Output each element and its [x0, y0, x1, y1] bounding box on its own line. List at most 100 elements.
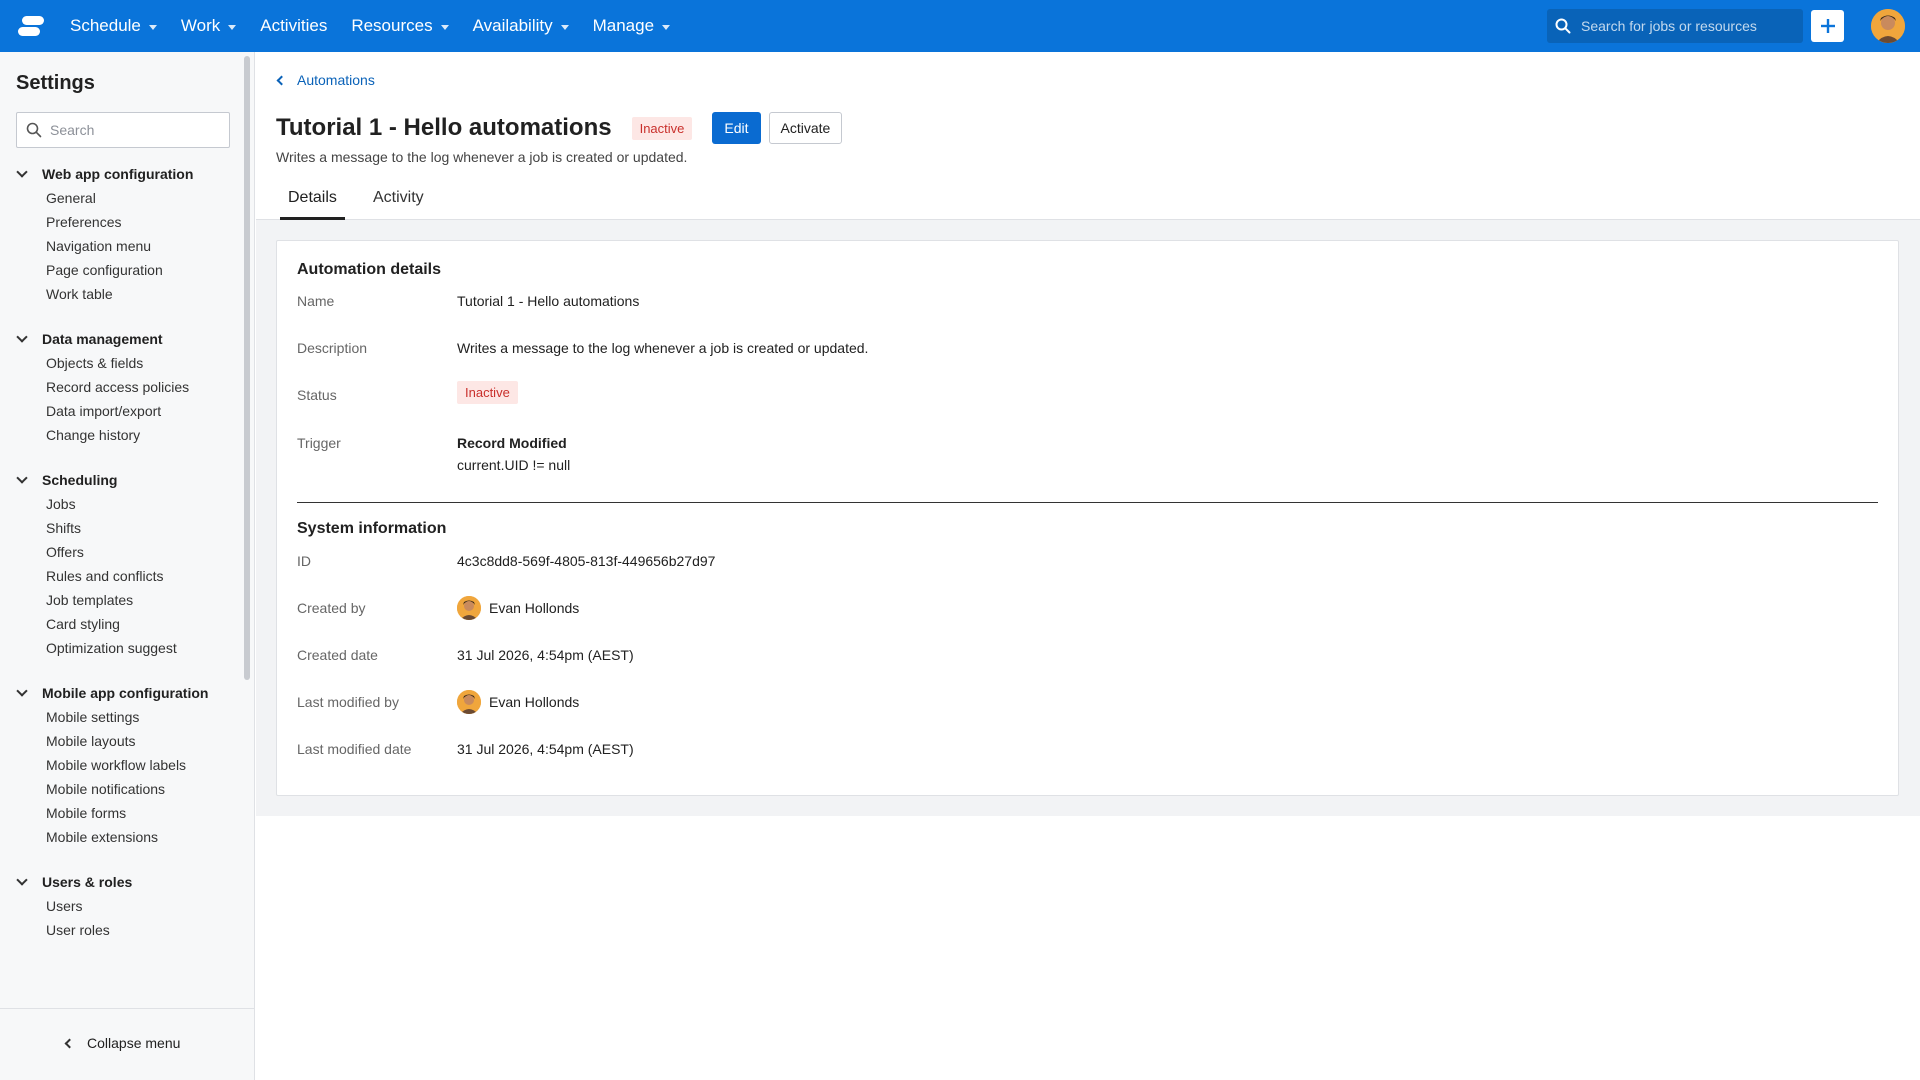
sidebar-group-label: Web app configuration	[42, 166, 194, 182]
sidebar-item-mobile-extensions[interactable]: Mobile extensions	[0, 825, 244, 849]
id-value: 4c3c8dd8-569f-4805-813f-449656b27d97	[457, 553, 716, 569]
nav-resources-label: Resources	[351, 16, 433, 35]
sidebar-item-data-import-export[interactable]: Data import/export	[0, 399, 244, 423]
sidebar-item-optimization-suggest[interactable]: Optimization suggest	[0, 636, 244, 660]
sidebar-scrollbar[interactable]	[244, 56, 250, 680]
nav-work[interactable]: Work	[180, 16, 237, 36]
sidebar-item-preferences[interactable]: Preferences	[0, 210, 244, 234]
sidebar-group-label: Scheduling	[42, 472, 118, 488]
collapse-menu-label: Collapse menu	[87, 1035, 181, 1051]
sidebar-item-mobile-settings[interactable]: Mobile settings	[0, 705, 244, 729]
sidebar-title: Settings	[16, 72, 95, 94]
top-navigation-bar: Schedule Work Activities Resources Avail…	[0, 0, 1920, 52]
sidebar-item-objects-fields[interactable]: Objects & fields	[0, 351, 244, 375]
details-card: Automation details Name Tutorial 1 - Hel…	[276, 240, 1899, 796]
nav-activities[interactable]: Activities	[260, 16, 327, 36]
chevron-left-icon	[64, 1038, 75, 1048]
sidebar-item-work-table[interactable]: Work table	[0, 282, 244, 306]
sidebar-group-header[interactable]: Users & roles	[0, 870, 244, 894]
caret-down-icon	[440, 24, 449, 30]
sidebar-item-mobile-workflow-labels[interactable]: Mobile workflow labels	[0, 753, 244, 777]
tab-activity[interactable]: Activity	[365, 176, 432, 220]
sidebar-groups: Web app configuration General Preference…	[0, 162, 244, 963]
sidebar-item-shifts[interactable]: Shifts	[0, 516, 244, 540]
caret-down-icon	[228, 24, 237, 30]
trigger-label: Trigger	[297, 435, 341, 451]
status-badge: Inactive	[631, 116, 693, 140]
sidebar-item-user-roles[interactable]: User roles	[0, 918, 244, 942]
sidebar-item-jobs[interactable]: Jobs	[0, 492, 244, 516]
search-icon	[1555, 18, 1571, 34]
sidebar-item-general[interactable]: General	[0, 186, 244, 210]
sidebar-item-users[interactable]: Users	[0, 894, 244, 918]
chevron-down-icon	[16, 472, 28, 484]
chevron-down-icon	[16, 331, 28, 343]
app-logo[interactable]	[16, 14, 46, 38]
add-button[interactable]	[1811, 10, 1844, 42]
nav-availability[interactable]: Availability	[473, 16, 569, 36]
name-value: Tutorial 1 - Hello automations	[457, 293, 640, 309]
sidebar-group-users-roles: Users & roles Users User roles	[0, 870, 244, 942]
sidebar-item-card-styling[interactable]: Card styling	[0, 612, 244, 636]
settings-sidebar: Settings Web app configuration General P…	[0, 52, 255, 1080]
global-search-input[interactable]	[1581, 18, 1781, 34]
sidebar-group-header[interactable]: Mobile app configuration	[0, 681, 244, 705]
sidebar-search-input[interactable]	[50, 122, 220, 138]
status-value-container: Inactive	[457, 381, 518, 404]
sidebar-group-header[interactable]: Web app configuration	[0, 162, 244, 186]
chevron-down-icon	[16, 166, 28, 178]
nav-schedule[interactable]: Schedule	[70, 16, 157, 36]
tab-details[interactable]: Details	[280, 176, 345, 220]
sidebar-item-rules-conflicts[interactable]: Rules and conflicts	[0, 564, 244, 588]
sidebar-group-web-app: Web app configuration General Preference…	[0, 162, 244, 306]
page-title: Tutorial 1 - Hello automations	[276, 114, 612, 141]
last-modified-by-value[interactable]: Evan Hollonds	[457, 690, 579, 714]
last-modified-by-name: Evan Hollonds	[489, 694, 580, 710]
id-label: ID	[297, 553, 311, 569]
search-icon	[26, 122, 42, 138]
global-search	[1547, 9, 1803, 43]
sidebar-item-job-templates[interactable]: Job templates	[0, 588, 244, 612]
sidebar-item-offers[interactable]: Offers	[0, 540, 244, 564]
collapse-menu-button[interactable]: Collapse menu	[64, 1035, 181, 1051]
trigger-condition: current.UID != null	[457, 457, 571, 473]
created-date-label: Created date	[297, 647, 378, 663]
edit-button[interactable]: Edit	[712, 112, 761, 144]
created-by-name: Evan Hollonds	[489, 600, 580, 616]
name-label: Name	[297, 293, 335, 309]
nav-manage-label: Manage	[592, 16, 655, 35]
user-avatar[interactable]	[1871, 9, 1905, 43]
section-divider	[297, 502, 1878, 503]
system-information-title: System information	[297, 520, 447, 537]
sidebar-item-mobile-forms[interactable]: Mobile forms	[0, 801, 244, 825]
created-date-value: 31 Jul 2026, 4:54pm (AEST)	[457, 647, 634, 663]
trigger-value: Record Modified	[457, 435, 567, 451]
nav-manage[interactable]: Manage	[592, 16, 671, 36]
sidebar-item-mobile-notifications[interactable]: Mobile notifications	[0, 777, 244, 801]
sidebar-group-label: Mobile app configuration	[42, 685, 209, 701]
created-by-value[interactable]: Evan Hollonds	[457, 596, 579, 620]
sidebar-item-page-configuration[interactable]: Page configuration	[0, 258, 244, 282]
last-modified-by-label: Last modified by	[297, 694, 399, 710]
caret-down-icon	[148, 24, 157, 30]
sidebar-group-header[interactable]: Data management	[0, 327, 244, 351]
sidebar-footer: Collapse menu	[0, 1008, 254, 1080]
activate-button[interactable]: Activate	[768, 112, 843, 144]
caret-down-icon	[560, 24, 569, 30]
sidebar-item-change-history[interactable]: Change history	[0, 423, 244, 447]
nav-work-label: Work	[180, 16, 221, 35]
nav-resources[interactable]: Resources	[351, 16, 449, 36]
caret-down-icon	[662, 24, 671, 30]
sidebar-item-mobile-layouts[interactable]: Mobile layouts	[0, 729, 244, 753]
page-subtitle: Writes a message to the log whenever a j…	[276, 149, 688, 165]
tab-bar: Details Activity	[256, 176, 1920, 220]
sidebar-item-navigation-menu[interactable]: Navigation menu	[0, 234, 244, 258]
sidebar-group-header[interactable]: Scheduling	[0, 468, 244, 492]
breadcrumb-automations[interactable]: Automations	[276, 72, 375, 88]
sidebar-item-record-access-policies[interactable]: Record access policies	[0, 375, 244, 399]
chevron-left-icon	[276, 75, 287, 85]
sidebar-group-label: Users & roles	[42, 874, 133, 890]
avatar	[457, 596, 481, 620]
chevron-down-icon	[16, 685, 28, 697]
sidebar-group-label: Data management	[42, 331, 163, 347]
